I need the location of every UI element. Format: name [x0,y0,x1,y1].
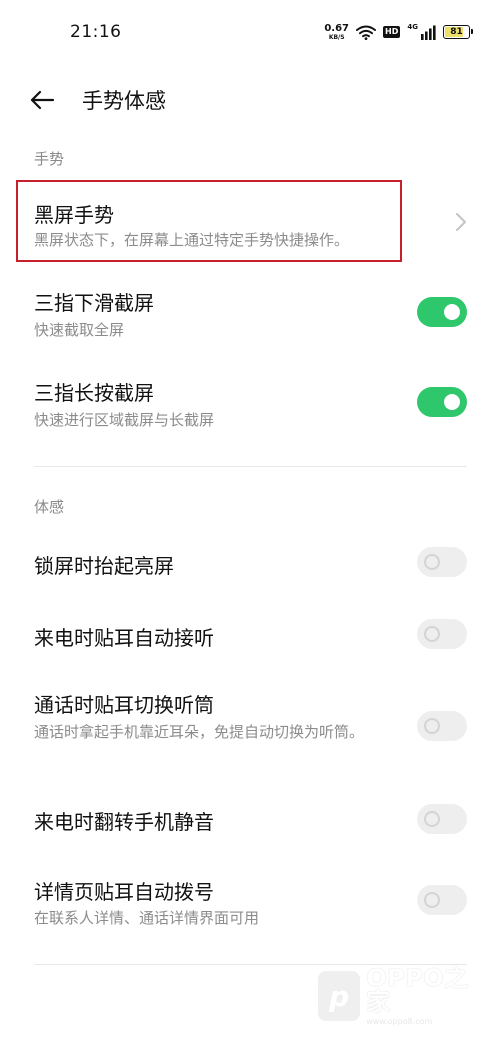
watermark-text: OPPO之家 www.oppo8.com [366,966,488,1026]
raise-to-wake-toggle[interactable] [417,547,467,577]
raise-to-wake-title: 锁屏时抬起亮屏 [34,554,174,578]
raise-to-wake-item[interactable]: 锁屏时抬起亮屏 [16,530,484,596]
battery-level: 81 [450,26,463,37]
toggle-knob [424,892,440,908]
three-finger-swipe-item[interactable]: 三指下滑截屏 快速截取全屏 [16,274,484,354]
flip-to-mute-toggle[interactable] [417,804,467,834]
toggle-knob [424,811,440,827]
hd-icon: HD [383,26,401,38]
watermark: p OPPO之家 www.oppo8.com [318,966,488,1026]
section-label-motion: 体感 [34,498,65,516]
three-finger-swipe-title: 三指下滑截屏 [34,291,154,315]
three-finger-hold-subtitle: 快速进行区域截屏与长截屏 [34,411,215,429]
watermark-logo: p [318,971,361,1021]
status-bar: 21:16 0.67 KB/S HD 4G 81 [0,0,500,64]
auto-answer-toggle[interactable] [417,619,467,649]
cellular-signal-icon [421,25,436,40]
three-finger-hold-title: 三指长按截屏 [34,381,154,405]
signal-type-label: 4G [407,23,418,31]
toggle-knob [444,394,460,410]
auto-answer-title: 来电时贴耳自动接听 [34,626,214,650]
network-speed-unit: KB/S [328,33,345,41]
back-button[interactable] [22,80,62,120]
three-finger-hold-toggle[interactable] [417,387,467,417]
watermark-brand: OPPO之家 [366,964,469,1016]
switch-earpiece-subtitle: 通话时拿起手机靠近耳朵，免提自动切换为听筒。 [34,723,365,741]
toggle-knob [424,554,440,570]
switch-earpiece-item[interactable]: 通话时贴耳切换听筒 通话时拿起手机靠近耳朵，免提自动切换为听筒。 [16,680,484,780]
flip-to-mute-item[interactable]: 来电时翻转手机静音 [16,788,484,854]
auto-dial-toggle[interactable] [417,885,467,915]
status-icons: 0.67 KB/S HD 4G 81 [324,20,473,44]
arrow-left-icon [30,90,55,110]
auto-dial-subtitle: 在联系人详情、通话详情界面可用 [34,909,260,927]
switch-earpiece-toggle[interactable] [417,711,467,741]
section-divider [34,466,467,467]
flip-to-mute-title: 来电时翻转手机静音 [34,810,214,834]
toggle-knob [424,626,440,642]
page-title: 手势体感 [82,89,166,113]
auto-answer-item[interactable]: 来电时贴耳自动接听 [16,602,484,668]
section-label-gestures: 手势 [34,150,65,168]
battery-icon: 81 [443,25,473,39]
network-speed-value: 0.67 [324,22,350,34]
app-header: 手势体感 [0,72,500,126]
highlight-box [16,180,402,262]
three-finger-swipe-subtitle: 快速截取全屏 [34,321,125,339]
switch-earpiece-title: 通话时贴耳切换听筒 [34,693,214,717]
three-finger-hold-item[interactable]: 三指长按截屏 快速进行区域截屏与长截屏 [16,364,484,444]
wifi-icon [356,25,377,40]
three-finger-swipe-toggle[interactable] [417,297,467,327]
toggle-knob [444,304,460,320]
chevron-right-icon [456,213,466,231]
toggle-knob [424,718,440,734]
network-speed: 0.67 KB/S [324,22,350,41]
watermark-url: www.oppo8.com [366,1017,433,1026]
auto-dial-title: 详情页贴耳自动拨号 [34,880,214,904]
status-time: 21:16 [70,22,122,42]
auto-dial-item[interactable]: 详情页贴耳自动拨号 在联系人详情、通话详情界面可用 [16,864,484,944]
